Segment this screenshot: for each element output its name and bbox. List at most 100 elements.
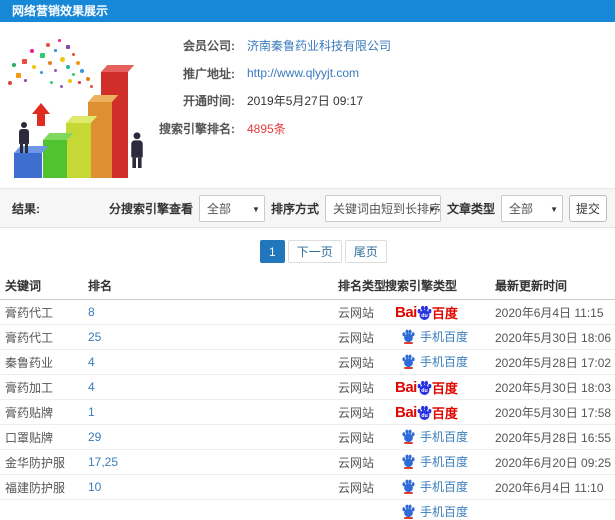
updated-time-text: 2020年5月28日 16:55 xyxy=(495,430,612,445)
engine-cell: Baidu百度 手机百度 xyxy=(385,378,495,397)
keyword-text: 膏药代工 xyxy=(5,330,54,345)
updated-time-text: 2020年5月30日 17:58 xyxy=(495,405,612,420)
sort-value: 关键词由短到长排序 xyxy=(332,201,441,216)
keyword-text: 口罩贴牌 xyxy=(5,430,54,445)
header-rank: 排名 xyxy=(88,279,113,293)
rank-link[interactable]: 17,25 xyxy=(88,455,338,469)
baidu-pc-logo: Bai du 百度 xyxy=(395,303,458,321)
table-row: 金华防护服 17,25 云网站 Baidu百度 手机百度 2020年6月20日 … xyxy=(0,450,615,475)
baidu-mobile-paw-icon xyxy=(401,503,416,519)
updated-time-text: 2020年6月20日 09:25 xyxy=(495,455,612,470)
table-row: 口罩贴牌 29 云网站 Baidu百度 手机百度 2020年5月28日 16:5… xyxy=(0,425,615,450)
caret-down-icon: ▼ xyxy=(550,204,558,214)
baidu-pc-logo: Bai du 百度 xyxy=(395,403,458,421)
promo-url-link[interactable]: http://www.qlyyjt.com xyxy=(247,66,359,80)
pagination: 1 下一页 尾页 xyxy=(260,240,615,263)
rank-link[interactable]: 4 xyxy=(88,380,338,394)
result-label: 结果: xyxy=(12,201,40,216)
article-type-select[interactable]: 全部 ▼ xyxy=(501,194,563,222)
rank-type-text: 云网站 xyxy=(338,455,375,470)
keyword-text: 金华防护服 xyxy=(5,455,66,470)
baidu-pc-logo: Bai du 百度 xyxy=(395,378,458,396)
header-keyword: 关键词 xyxy=(5,279,42,293)
title-bar: 网络营销效果展示 xyxy=(0,0,615,22)
sort-select[interactable]: 关键词由短到长排序 ▼ xyxy=(324,194,441,222)
rank-link[interactable]: 4 xyxy=(88,355,338,369)
filter-bar: 结果: 分搜索引擎查看 全部 ▼ 排序方式 关键词由短到长排序 ▼ 文章类型 全… xyxy=(0,188,615,228)
chart-bar-yellow xyxy=(66,123,91,178)
updated-time-text: 2020年5月28日 17:02 xyxy=(495,355,612,370)
baidu-mobile-badge: 手机百度 xyxy=(385,478,468,495)
header-engine-type: 搜索引擎类型 xyxy=(385,279,458,293)
engine-filter-value: 全部 xyxy=(206,201,231,216)
results-table: 关键词 排名 排名类型 搜索引擎类型 最新更新时间 膏药代工 8 云网站 Bai… xyxy=(0,272,615,520)
baidu-mobile-badge: 手机百度 xyxy=(385,353,468,370)
table-row: 福建防护服 10 云网站 Baidu百度 手机百度 2020年6月4日 11:1… xyxy=(0,475,615,500)
company-info-section: 会员公司: 济南秦鲁药业科技有限公司 推广地址: http://www.qlyy… xyxy=(0,22,615,188)
sort-label: 排序方式 xyxy=(270,201,319,216)
engine-cell: Baidu百度 手机百度 xyxy=(385,428,495,447)
keyword-text: 秦鲁药业 xyxy=(5,355,54,370)
table-row: Baidu百度 手机百度 xyxy=(0,500,615,520)
baidu-paw-icon: du xyxy=(417,380,432,395)
rank-type-text: 云网站 xyxy=(338,305,375,320)
table-body: 膏药代工 8 云网站 Baidu百度 手机百度 2020年6月4日 11:15 … xyxy=(0,300,615,520)
rank-link[interactable]: 8 xyxy=(88,305,338,319)
chart-bar-orange xyxy=(88,102,112,178)
engine-filter-select[interactable]: 全部 ▼ xyxy=(198,194,265,222)
rank-type-text: 云网站 xyxy=(338,480,375,495)
rank-count-value: 4895条 xyxy=(247,121,286,136)
updated-time-text: 2020年5月30日 18:03 xyxy=(495,380,612,395)
filter-controls: 分搜索引擎查看 全部 ▼ 排序方式 关键词由短到长排序 ▼ 文章类型 全部 ▼ … xyxy=(108,194,607,222)
engine-cell: Baidu百度 手机百度 xyxy=(385,503,495,520)
next-page-button[interactable]: 下一页 xyxy=(287,240,342,263)
updated-time-text: 2020年6月4日 11:15 xyxy=(495,305,604,320)
company-label: 会员公司: xyxy=(183,39,235,54)
engine-cell: Baidu百度 手机百度 xyxy=(385,303,495,322)
keyword-text: 福建防护服 xyxy=(5,480,66,495)
chart-bar-blue xyxy=(14,153,42,178)
rank-type-text: 云网站 xyxy=(338,430,375,445)
open-time-value: 2019年5月27日 09:17 xyxy=(247,94,364,109)
table-row: 秦鲁药业 4 云网站 Baidu百度 手机百度 2020年5月28日 17:02 xyxy=(0,350,615,375)
article-type-value: 全部 xyxy=(509,201,534,216)
table-row: 膏药加工 4 云网站 Baidu百度 手机百度 2020年5月30日 18:03 xyxy=(0,375,615,400)
header-rank-type: 排名类型 xyxy=(338,279,385,293)
company-name-link[interactable]: 济南秦鲁药业科技有限公司 xyxy=(247,37,391,54)
rank-link[interactable]: 29 xyxy=(88,430,338,444)
caret-down-icon: ▼ xyxy=(252,204,260,214)
engine-cell: Baidu百度 手机百度 xyxy=(385,353,495,372)
baidu-mobile-paw-icon xyxy=(401,328,416,344)
info-row-url: 推广地址: http://www.qlyyjt.com xyxy=(0,60,607,88)
engine-cell: Baidu百度 手机百度 xyxy=(385,453,495,472)
rank-type-text: 云网站 xyxy=(338,355,375,370)
rank-type-text: 云网站 xyxy=(338,405,375,420)
businessman-figure-left xyxy=(19,122,29,153)
table-header-row: 关键词 排名 排名类型 搜索引擎类型 最新更新时间 xyxy=(0,272,615,300)
up-arrow-icon xyxy=(32,103,50,126)
page-title: 网络营销效果展示 xyxy=(12,4,109,18)
baidu-mobile-paw-icon xyxy=(401,428,416,444)
engine-cell: Baidu百度 手机百度 xyxy=(385,328,495,347)
keyword-text: 膏药贴牌 xyxy=(5,405,54,420)
rank-link[interactable]: 1 xyxy=(88,405,338,419)
baidu-mobile-badge: 手机百度 xyxy=(385,503,468,520)
engine-cell: Baidu百度 手机百度 xyxy=(385,403,495,422)
rank-link[interactable]: 25 xyxy=(88,330,338,344)
header-updated: 最新更新时间 xyxy=(495,279,568,293)
svg-text:du: du xyxy=(421,388,427,394)
baidu-mobile-paw-icon xyxy=(401,453,416,469)
last-page-button[interactable]: 尾页 xyxy=(344,240,387,263)
baidu-paw-icon: du xyxy=(417,305,432,320)
engine-filter-label: 分搜索引擎查看 xyxy=(108,201,193,216)
baidu-mobile-badge: 手机百度 xyxy=(385,428,468,445)
page-1-button[interactable]: 1 xyxy=(260,240,285,263)
businessman-figure-right xyxy=(131,132,143,168)
info-row-company: 会员公司: 济南秦鲁药业科技有限公司 xyxy=(0,32,607,60)
baidu-paw-icon: du xyxy=(417,405,432,420)
table-row: 膏药贴牌 1 云网站 Baidu百度 手机百度 2020年5月30日 17:58 xyxy=(0,400,615,425)
keyword-text: 膏药加工 xyxy=(5,380,54,395)
submit-button[interactable]: 提交 xyxy=(569,194,607,222)
rank-link[interactable]: 10 xyxy=(88,480,338,494)
keyword-text: 膏药代工 xyxy=(5,305,54,320)
